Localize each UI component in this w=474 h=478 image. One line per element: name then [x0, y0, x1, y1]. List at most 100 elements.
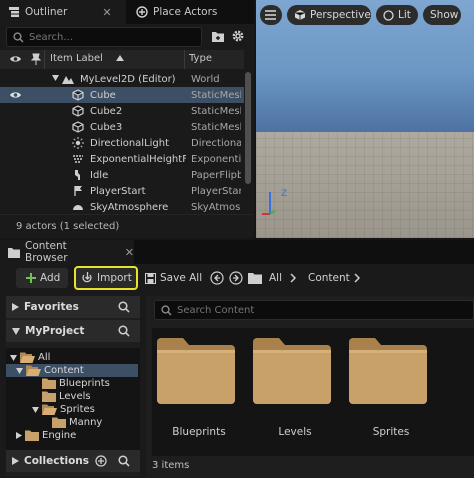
- sort-ascending-icon[interactable]: [116, 55, 124, 61]
- folder-icon: [42, 378, 56, 389]
- content-search-input[interactable]: [177, 304, 317, 316]
- lit-button[interactable]: Lit: [376, 5, 418, 25]
- folder-icon: [253, 338, 331, 404]
- add-label: Add: [40, 272, 61, 284]
- outliner-row[interactable]: Cube2 StaticMesh: [0, 103, 244, 119]
- outliner-row[interactable]: ExponentialHeightFog ExponentialH: [0, 151, 244, 167]
- outliner-row[interactable]: Cube StaticMesh: [0, 87, 244, 103]
- outliner-search-input[interactable]: [29, 31, 169, 43]
- history-back-button[interactable]: [210, 268, 224, 288]
- chevron-down-icon[interactable]: [10, 354, 17, 361]
- sources-panel: Favorites MyProject All Content Blueprints…: [6, 296, 140, 476]
- content-search-box[interactable]: [154, 300, 474, 320]
- outliner-row[interactable]: MyLevel2D (Editor) World: [0, 71, 244, 87]
- outliner-row-label: Cube3: [90, 121, 123, 133]
- search-icon[interactable]: [118, 301, 130, 313]
- folder-open-icon: [42, 404, 57, 415]
- content-browser-toolbar: Add Import Save All All Content: [0, 264, 474, 292]
- perspective-button[interactable]: Perspective: [287, 5, 371, 25]
- chevron-down-icon[interactable]: [16, 367, 23, 374]
- folder-icon: [157, 338, 235, 404]
- outliner-row[interactable]: DirectionalLight DirectionalL: [0, 135, 244, 151]
- item-label-column[interactable]: Item Label: [50, 53, 103, 64]
- asset-name: Blueprints: [172, 426, 226, 438]
- tab-outliner[interactable]: Outliner ✕: [0, 0, 126, 24]
- floor-plane: [256, 132, 474, 238]
- perspective-cube-icon: [294, 9, 306, 21]
- outliner-search-box[interactable]: [6, 27, 202, 47]
- folder-tree-item[interactable]: Sprites: [32, 403, 95, 416]
- browse-folder-button[interactable]: [248, 268, 262, 288]
- chevron-down-icon[interactable]: [32, 406, 39, 413]
- collections-label: Collections: [24, 455, 90, 467]
- folder-tree-item[interactable]: Engine: [16, 429, 76, 442]
- cube-icon: [72, 89, 84, 101]
- close-icon[interactable]: ✕: [102, 6, 111, 19]
- search-icon[interactable]: [118, 325, 130, 337]
- tab-place-actors[interactable]: Place Actors: [128, 0, 254, 24]
- save-all-button[interactable]: Save All: [145, 268, 202, 288]
- search-icon: [13, 31, 24, 43]
- type-column[interactable]: Type: [189, 53, 212, 64]
- folder-icon: [25, 430, 39, 441]
- add-folder-icon[interactable]: [211, 30, 225, 43]
- folder-tree-item[interactable]: Levels: [32, 390, 91, 403]
- history-forward-button[interactable]: [229, 268, 243, 288]
- save-icon: [145, 272, 156, 284]
- outliner-row-type: StaticMesh: [191, 89, 241, 101]
- level-viewport[interactable]: Perspective Lit Show Z: [256, 0, 474, 238]
- breadcrumb-content[interactable]: Content: [308, 268, 350, 288]
- folder-tree-item[interactable]: All: [10, 351, 50, 364]
- asset-name: Sprites: [372, 426, 410, 438]
- folder-tree-label: Content: [44, 365, 84, 376]
- add-button[interactable]: Add: [16, 268, 68, 288]
- favorites-section[interactable]: Favorites: [6, 296, 140, 318]
- column-divider: [44, 50, 45, 69]
- folder-icon: [349, 338, 427, 404]
- sky-icon: [72, 201, 84, 213]
- save-all-label: Save All: [160, 272, 203, 284]
- project-section[interactable]: MyProject: [6, 320, 140, 342]
- viewport-menu-button[interactable]: [260, 5, 282, 25]
- add-collection-icon[interactable]: [95, 455, 107, 467]
- breadcrumb-chevron-icon[interactable]: [354, 268, 361, 288]
- visibility-column-eye-icon[interactable]: [9, 54, 22, 64]
- folder-tree: All Content Blueprints Levels Sprites Manny En…: [6, 348, 140, 460]
- back-arrow-icon: [210, 271, 224, 285]
- import-button[interactable]: Import: [74, 266, 138, 290]
- tab-content-browser[interactable]: Content Browser ✕: [0, 240, 134, 264]
- cube-icon: [72, 121, 84, 133]
- collections-section[interactable]: Collections: [6, 450, 140, 472]
- content-browser-tabbar: Content Browser ✕: [0, 240, 474, 264]
- folder-tree-label: Levels: [59, 391, 91, 402]
- pin-column-icon[interactable]: [31, 53, 41, 65]
- breadcrumb-all[interactable]: All: [269, 268, 282, 288]
- outliner-row-label: Cube: [90, 89, 116, 101]
- visibility-eye-icon[interactable]: [9, 90, 22, 100]
- show-button[interactable]: Show: [423, 5, 461, 25]
- asset-grid: Blueprints Levels Sprites: [152, 328, 474, 456]
- folder-tree-label: Manny: [69, 417, 103, 428]
- outliner-scrollbar-thumb[interactable]: [245, 72, 251, 184]
- flag-icon: [72, 185, 84, 197]
- outliner-tab-icon: [8, 6, 20, 18]
- chevron-right-icon[interactable]: [16, 432, 22, 439]
- outliner-row[interactable]: Idle PaperFlipbo: [0, 167, 244, 183]
- outliner-row-label: Cube2: [90, 105, 123, 117]
- search-icon[interactable]: [118, 455, 130, 467]
- close-icon[interactable]: ✕: [125, 246, 134, 259]
- folder-tree-item[interactable]: Blueprints: [32, 377, 110, 390]
- outliner-row-type: StaticMesh: [191, 121, 241, 133]
- folder-icon: [248, 273, 262, 284]
- cube-icon: [72, 105, 84, 117]
- outliner-row[interactable]: PlayerStart PlayerStart: [0, 183, 244, 199]
- gear-icon[interactable]: [231, 29, 245, 43]
- outliner-tabbar: Outliner ✕ Place Actors: [0, 0, 254, 24]
- chevron-down-icon[interactable]: [52, 75, 59, 81]
- folder-tree-item[interactable]: Content: [6, 364, 138, 377]
- outliner-row-label: MyLevel2D (Editor): [80, 73, 176, 85]
- outliner-row[interactable]: SkyAtmosphere SkyAtmosph: [0, 199, 244, 215]
- outliner-row-label: PlayerStart: [90, 185, 146, 197]
- folder-tree-item[interactable]: Manny: [42, 416, 102, 429]
- outliner-row[interactable]: Cube3 StaticMesh: [0, 119, 244, 135]
